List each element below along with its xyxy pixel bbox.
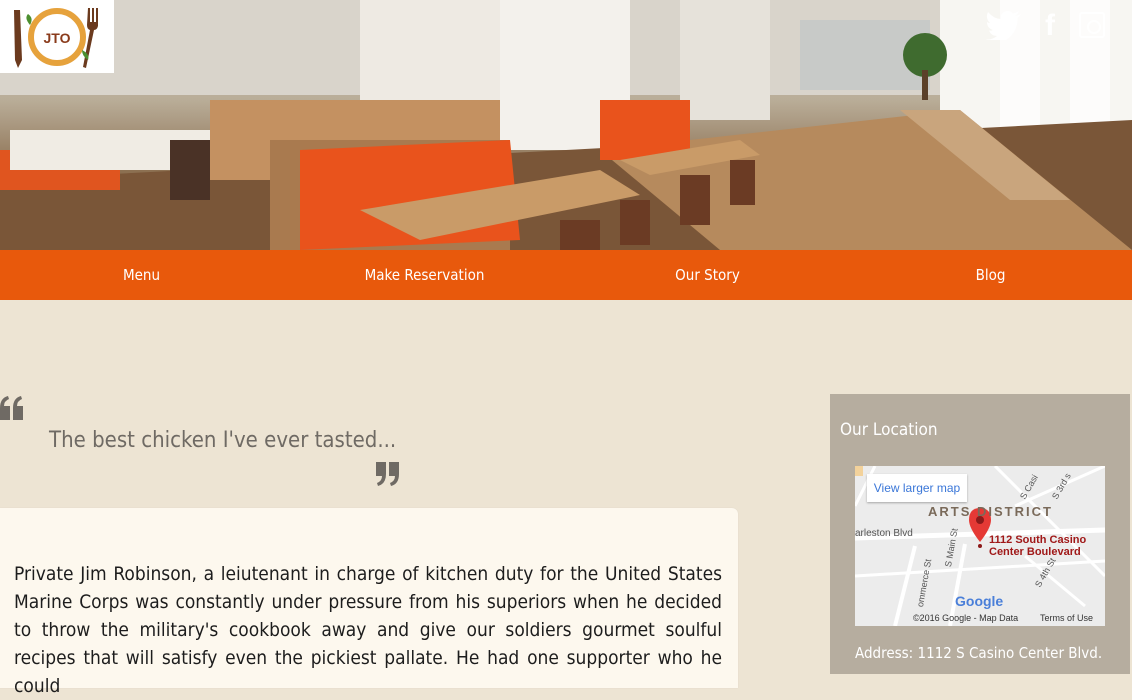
twitter-icon[interactable]	[986, 10, 1022, 40]
location-panel: Our Location View larger map ARTS DISTRI…	[830, 394, 1130, 674]
location-title: Our Location	[840, 420, 938, 440]
map-embed[interactable]: View larger map ARTS DISTRICT arleston B…	[855, 466, 1105, 626]
nav-item-menu[interactable]: Menu	[0, 250, 283, 300]
quote-open-icon	[0, 396, 23, 420]
quote-close-icon	[376, 462, 399, 486]
google-logo: Google	[955, 593, 1004, 609]
address-text: Address: 1112 S Casino Center Blvd.	[855, 644, 1103, 662]
map-terms-link[interactable]: Terms of Use	[1040, 613, 1093, 623]
logo-text: JTO	[44, 30, 71, 46]
logo-emblem: JTO	[14, 8, 98, 68]
map-copyright: ©2016 Google - Map Data	[913, 613, 1019, 623]
view-larger-map-button[interactable]: View larger map	[867, 474, 967, 502]
story-text: Private Jim Robinson, a leiutenant in ch…	[14, 563, 722, 697]
hero-image: JTO f	[0, 0, 1132, 250]
map-pin-label: 1112 South Casino	[989, 534, 1087, 546]
restaurant-interior-illustration	[0, 0, 1132, 250]
testimonial-quote: The best chicken I've ever tasted...	[49, 428, 397, 453]
nav-item-our-story[interactable]: Our Story	[566, 250, 849, 300]
main-nav: Menu Make Reservation Our Story Blog	[0, 250, 1132, 300]
map-pin-label: Center Boulevard	[989, 546, 1081, 558]
nav-item-blog[interactable]: Blog	[849, 250, 1132, 300]
instagram-icon[interactable]	[1079, 12, 1105, 38]
map-street-label: arleston Blvd	[855, 528, 913, 539]
facebook-icon[interactable]: f	[1045, 11, 1063, 41]
logo[interactable]: JTO	[0, 0, 114, 73]
map-district-label: ARTS DISTRICT	[928, 504, 1053, 519]
story-card: Private Jim Robinson, a leiutenant in ch…	[0, 508, 738, 697]
nav-item-make-reservation[interactable]: Make Reservation	[283, 250, 566, 300]
